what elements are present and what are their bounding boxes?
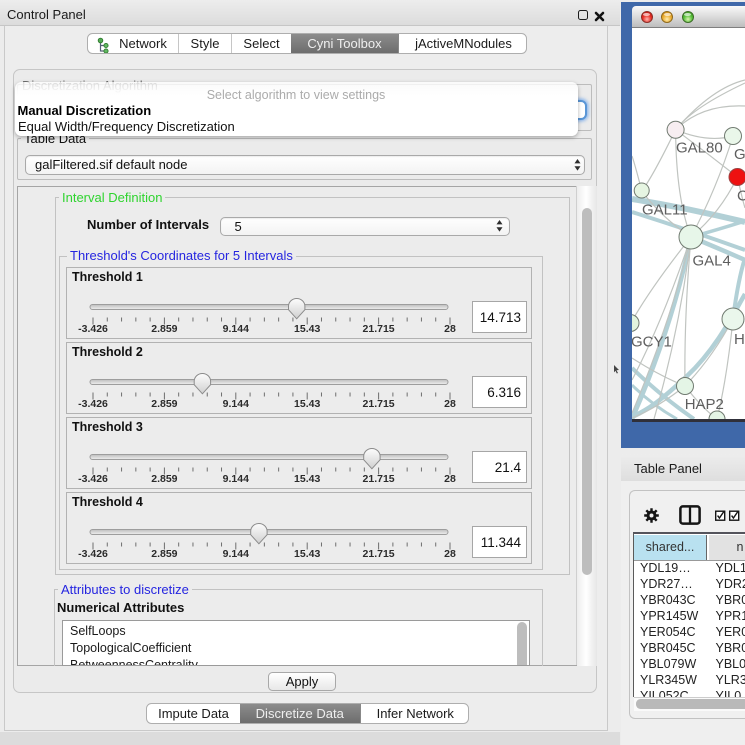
svg-text:GAL11: GAL11 <box>642 201 688 218</box>
svg-text:HAP2: HAP2 <box>685 396 724 413</box>
svg-text:C: C <box>737 187 745 204</box>
svg-text:GAL4: GAL4 <box>693 252 731 269</box>
svg-text:GAL80: GAL80 <box>676 139 723 156</box>
svg-text:GCY1: GCY1 <box>632 333 672 350</box>
svg-text:GA: GA <box>734 146 745 163</box>
svg-text:H: H <box>734 331 745 348</box>
